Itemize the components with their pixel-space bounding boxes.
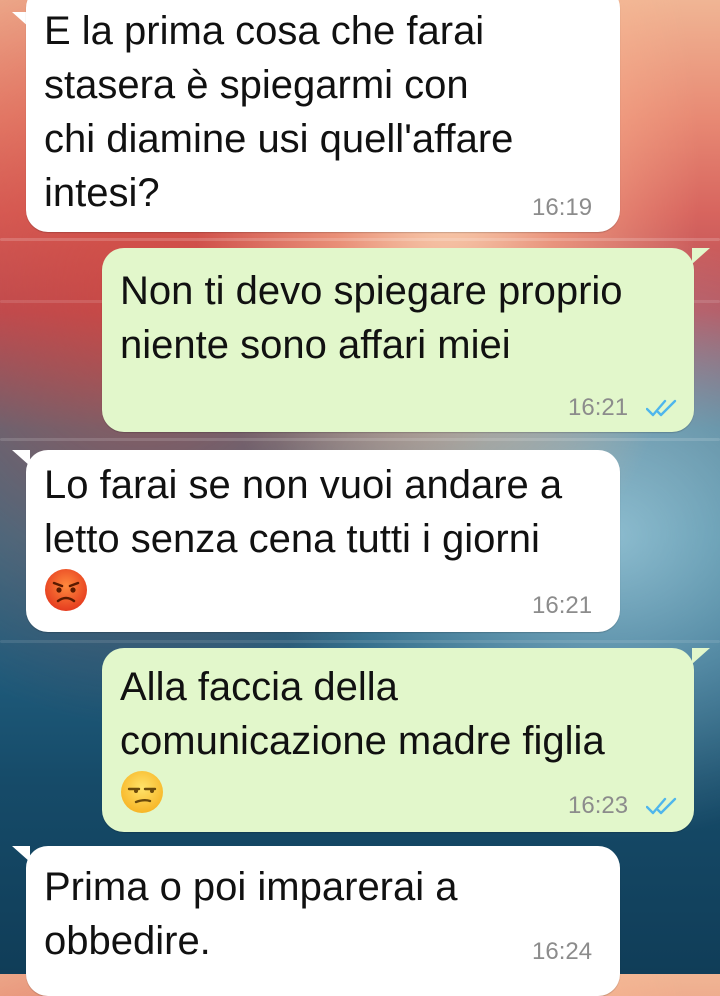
message-text: Prima o poi imparerai a obbedire. bbox=[44, 865, 458, 963]
bubble-tail bbox=[692, 248, 710, 264]
message-timestamp: 16:24 bbox=[532, 938, 593, 965]
bubble-tail bbox=[692, 648, 710, 664]
message-text: Lo farai se non vuoi andare a letto senz… bbox=[44, 463, 563, 561]
read-receipt-double-check-icon bbox=[646, 399, 677, 417]
background-streak bbox=[0, 640, 720, 643]
message-text: Non ti devo spiegare proprio niente sono… bbox=[120, 269, 623, 367]
angry-face-emoji-icon bbox=[45, 569, 87, 611]
message-timestamp: 16:21 bbox=[568, 394, 629, 421]
background-streak bbox=[0, 438, 720, 441]
message-timestamp: 16:21 bbox=[532, 592, 593, 619]
message-text: Alla faccia della comunicazione madre fi… bbox=[120, 665, 605, 763]
message-timestamp: 16:23 bbox=[568, 792, 629, 819]
outgoing-message-bubble[interactable]: Alla faccia della comunicazione madre fi… bbox=[102, 648, 694, 832]
message-timestamp: 16:19 bbox=[532, 194, 593, 221]
outgoing-message-bubble[interactable]: Non ti devo spiegare proprio niente sono… bbox=[102, 248, 694, 432]
unamused-face-emoji-icon bbox=[121, 771, 163, 813]
incoming-message-bubble[interactable]: Lo farai se non vuoi andare a letto senz… bbox=[26, 450, 620, 632]
read-receipt-double-check-icon bbox=[646, 797, 677, 815]
incoming-message-bubble[interactable]: E la prima cosa che farai stasera è spie… bbox=[26, 0, 620, 232]
background-streak bbox=[0, 238, 720, 241]
message-text: E la prima cosa che farai stasera è spie… bbox=[44, 9, 514, 215]
